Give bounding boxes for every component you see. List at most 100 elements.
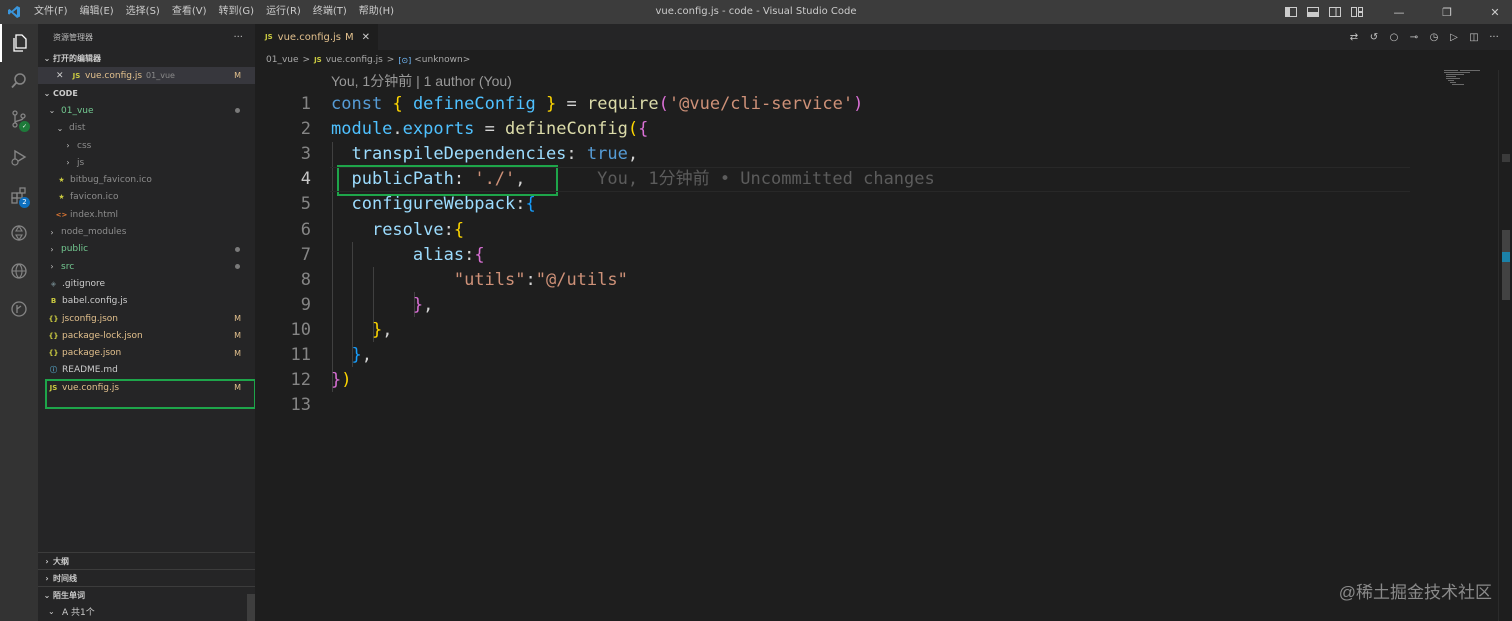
code-line[interactable]: 2 module.exports = defineConfig({	[255, 117, 1415, 142]
menu-view[interactable]: 查看(V)	[166, 0, 213, 24]
open-changes-icon[interactable]: ↺	[1364, 32, 1384, 43]
line-number: 1	[300, 94, 311, 114]
tree-item[interactable]: {} jsconfig.json M	[38, 310, 255, 327]
menu-terminal[interactable]: 终端(T)	[307, 0, 353, 24]
scrollbar-thumb[interactable]	[1502, 230, 1510, 300]
tab-vue-config[interactable]: JS vue.config.js M ✕	[255, 24, 379, 50]
inline-blame: You, 1分钟前 • Uncommitted changes	[525, 169, 935, 190]
code-line[interactable]: 9 },	[255, 293, 1415, 318]
git-lens-icon[interactable]: ◷	[1424, 32, 1444, 43]
code-token: }	[331, 370, 342, 391]
tree-item-label: 01_vue	[61, 105, 94, 116]
code-editor[interactable]: You, 1分钟前 | 1 author (You) 1 const { defi…	[255, 70, 1512, 621]
minimize-button[interactable]: —	[1382, 0, 1416, 24]
split-editor-icon[interactable]: ◫	[1464, 32, 1484, 43]
outline-section[interactable]: › 大纲	[38, 552, 255, 569]
editor-scrollbar[interactable]	[1498, 70, 1512, 621]
code-line[interactable]: 10 },	[255, 318, 1415, 343]
modified-marker: M	[234, 71, 241, 81]
restore-button[interactable]: ❐	[1430, 0, 1464, 24]
sidebar-scrollbar[interactable]	[247, 594, 255, 621]
code-line[interactable]: 12})	[255, 368, 1415, 393]
run-code-icon[interactable]: ▷	[1444, 32, 1464, 43]
code-text: alias:{	[331, 243, 485, 268]
code-line[interactable]: 7 alias:{	[255, 243, 1415, 268]
code-text: module.exports = defineConfig({	[331, 117, 648, 142]
code-line[interactable]: 11 },	[255, 343, 1415, 368]
timeline-section[interactable]: › 时间线	[38, 569, 255, 586]
tree-item[interactable]: › src	[38, 258, 255, 275]
toggle-primary-sidebar-icon[interactable]	[1280, 0, 1302, 24]
close-icon[interactable]: ✕	[56, 71, 70, 81]
tab-modified-marker: M	[345, 31, 354, 43]
menu-edit[interactable]: 编辑(E)	[74, 0, 120, 24]
breadcrumb-symbol[interactable]: <unknown>	[414, 55, 470, 65]
compare-changes-icon[interactable]: ⇄	[1344, 32, 1364, 43]
code-token: :	[453, 169, 475, 190]
more-actions-icon[interactable]: ···	[1484, 32, 1504, 43]
unknown-words-section[interactable]: ⌄ 陌生单词	[38, 586, 255, 603]
modified-marker: M	[234, 348, 241, 358]
code-line[interactable]: 8 "utils":"@/utils"	[255, 268, 1415, 293]
tree-item[interactable]: ⌄ 01_vue	[38, 102, 255, 119]
toggle-secondary-sidebar-icon[interactable]	[1324, 0, 1346, 24]
tree-item[interactable]: <> index.html	[38, 206, 255, 223]
extensions-icon[interactable]: 2	[0, 176, 38, 214]
code-line[interactable]: 4 publicPath: './', You, 1分钟前 • Uncommit…	[255, 167, 1415, 192]
git-codelens[interactable]: You, 1分钟前 | 1 author (You)	[331, 70, 512, 92]
toggle-panel-icon[interactable]	[1302, 0, 1324, 24]
minimap[interactable]	[1438, 68, 1498, 108]
code-line[interactable]: 13	[255, 393, 1415, 418]
open-editor-name: vue.config.js	[85, 70, 143, 81]
tree-item[interactable]: › public	[38, 241, 255, 258]
openai-icon[interactable]	[0, 214, 38, 252]
breadcrumb-file[interactable]: vue.config.js	[326, 55, 383, 65]
search-icon[interactable]	[0, 62, 38, 100]
tree-item[interactable]: ⌄ dist	[38, 120, 255, 137]
code-token: {	[453, 219, 465, 240]
tree-item[interactable]: ★ favicon.ico	[38, 189, 255, 206]
close-tab-icon[interactable]: ✕	[362, 32, 370, 43]
open-editors-header[interactable]: ⌄ 打开的编辑器	[38, 50, 255, 67]
tree-item[interactable]: Bbabel.config.js	[38, 293, 255, 310]
menu-go[interactable]: 转到(G)	[213, 0, 261, 24]
more-actions-icon[interactable]: ···	[233, 32, 243, 43]
code-token: ,	[361, 345, 372, 365]
word-count-row[interactable]: ⌄ A 共1个	[38, 603, 255, 620]
code-line[interactable]: 1 const { defineConfig } = require('@vue/…	[255, 92, 1415, 117]
run-debug-icon[interactable]	[0, 138, 38, 176]
code-token: :	[566, 144, 587, 165]
next-change-icon[interactable]: ⊸	[1404, 32, 1424, 43]
menu-file[interactable]: 文件(F)	[28, 0, 74, 24]
breadcrumb-separator: >	[302, 55, 311, 65]
git-history-icon[interactable]	[0, 290, 38, 328]
customize-layout-icon[interactable]	[1346, 0, 1368, 24]
tree-item[interactable]: › node_modules	[38, 223, 255, 240]
tree-item[interactable]: {} package.json M	[38, 344, 255, 361]
code-token: defineConfig	[412, 94, 536, 114]
tree-item[interactable]: › css	[38, 137, 255, 154]
workspace-header[interactable]: ⌄ CODE	[38, 85, 255, 102]
close-window-button[interactable]: ✕	[1478, 0, 1512, 24]
menu-help[interactable]: 帮助(H)	[353, 0, 400, 24]
explorer-icon[interactable]	[0, 24, 38, 62]
menu-run[interactable]: 运行(R)	[260, 0, 307, 24]
tree-item[interactable]: › js	[38, 154, 255, 171]
menu-selection[interactable]: 选择(S)	[120, 0, 166, 24]
code-line[interactable]: 5 configureWebpack:{	[255, 192, 1415, 217]
code-line[interactable]: 6 resolve:{	[255, 218, 1415, 243]
code-line[interactable]: 3 transpileDependencies: true,	[255, 142, 1415, 167]
open-editor-item[interactable]: ✕ JS vue.config.js 01_vue M	[38, 67, 255, 85]
modified-marker: M	[234, 331, 241, 341]
changes-dot	[235, 246, 240, 252]
tree-item[interactable]: {} package-lock.json M	[38, 327, 255, 344]
source-control-icon[interactable]: ✓	[0, 100, 38, 138]
tree-item[interactable]: ⓘ README.md	[38, 362, 255, 379]
breadcrumb-folder[interactable]: 01_vue	[266, 55, 299, 65]
tree-item[interactable]: ★ bitbug_favicon.ico	[38, 171, 255, 188]
previous-change-icon[interactable]: ○	[1384, 32, 1404, 43]
remote-icon[interactable]	[0, 252, 38, 290]
line-number: 3	[300, 144, 311, 165]
tree-item[interactable]: ◈ .gitignore	[38, 275, 255, 292]
